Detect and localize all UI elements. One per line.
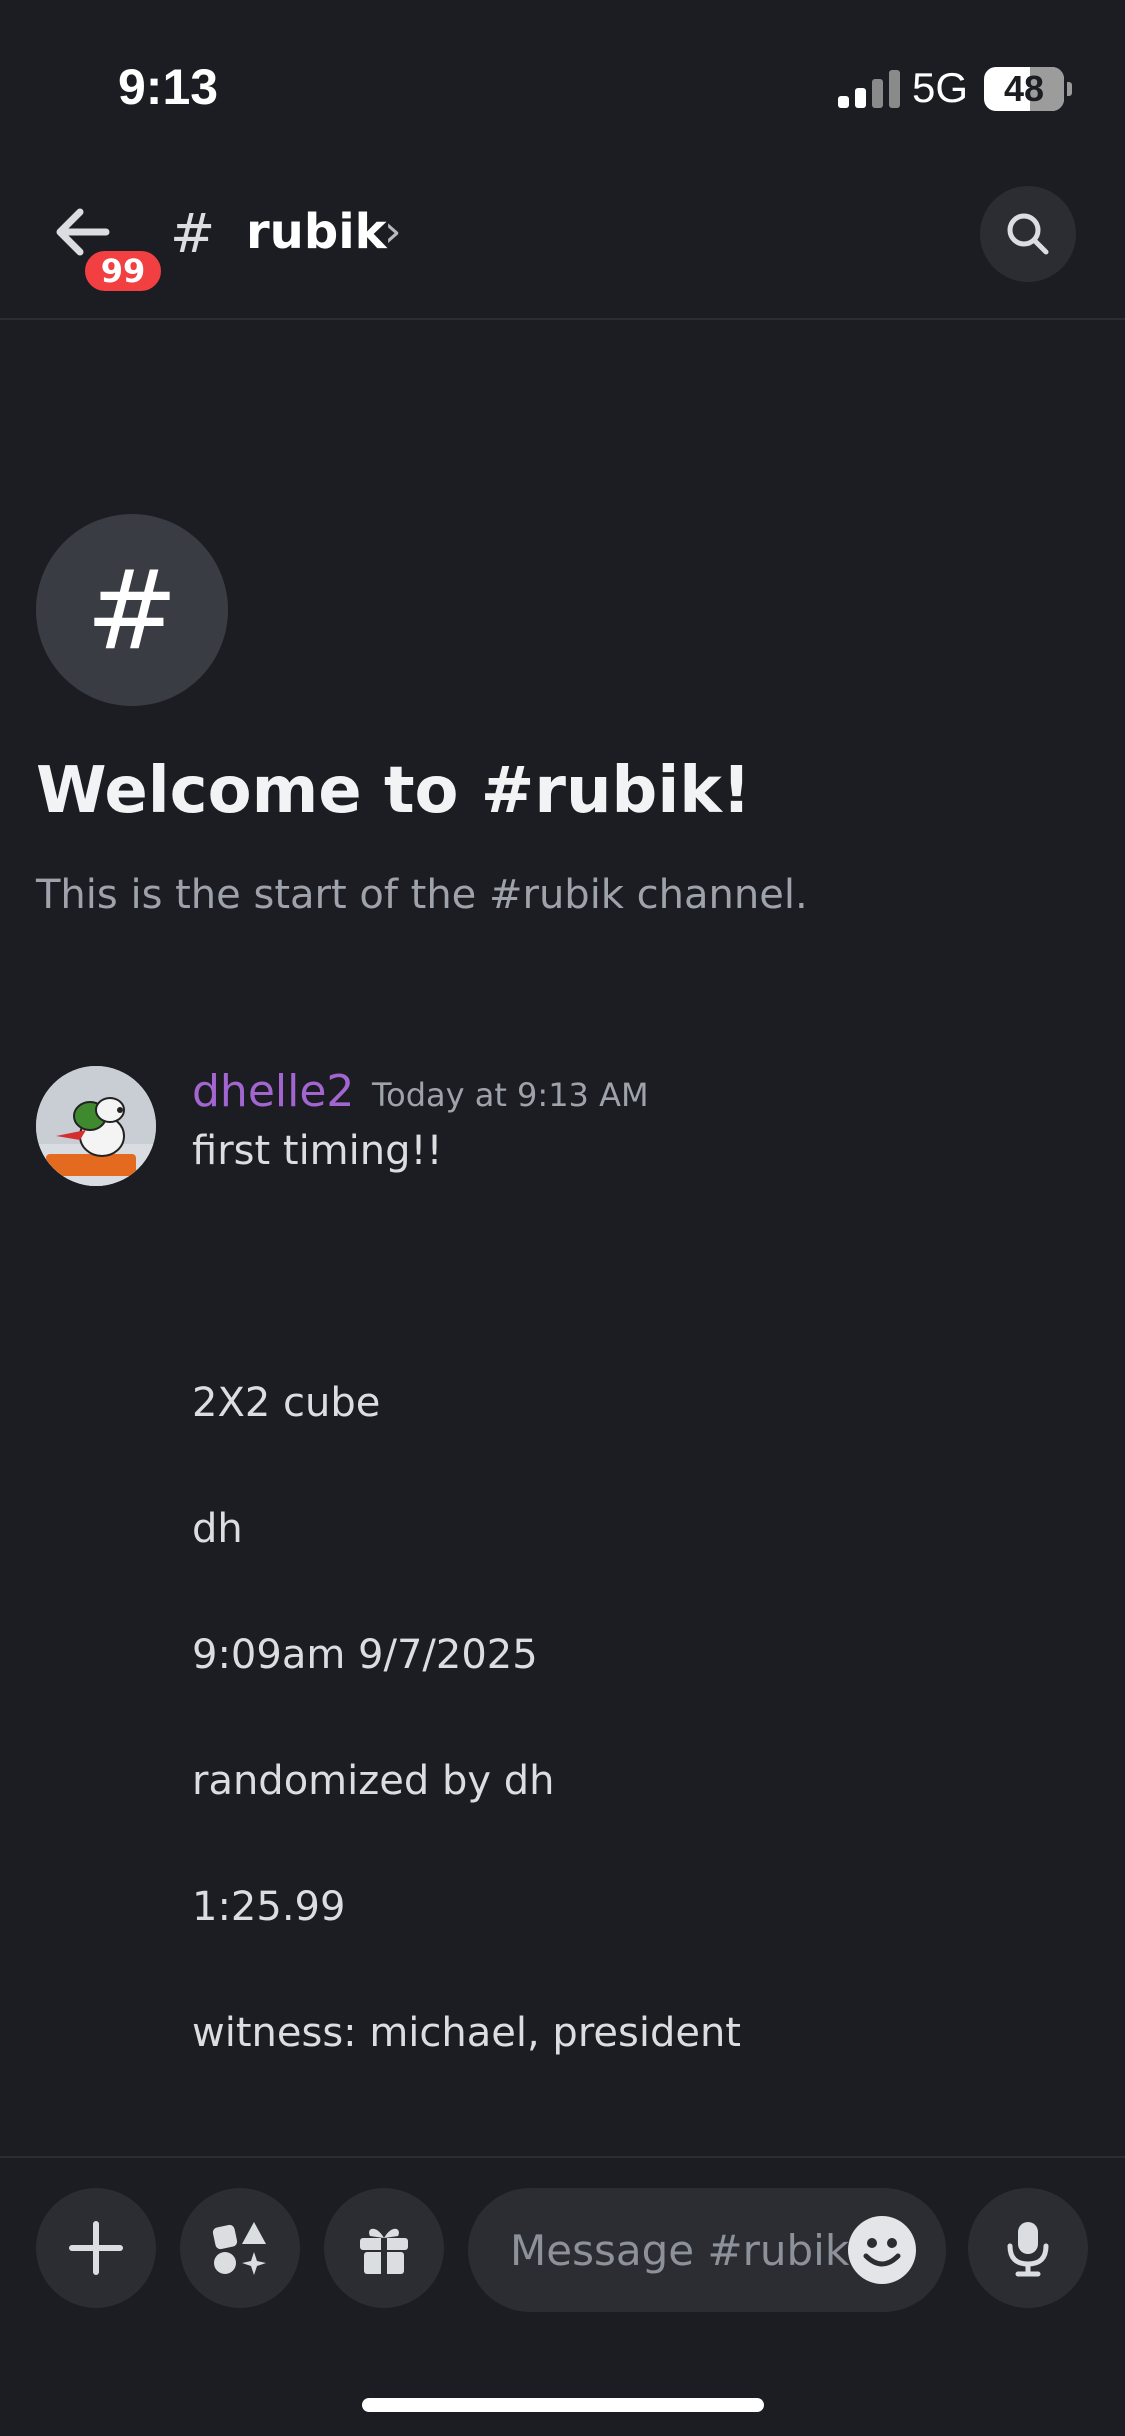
home-indicator[interactable] (362, 2398, 764, 2412)
message-username[interactable]: dhelle2 (192, 1066, 354, 1117)
network-type: 5G (912, 64, 969, 111)
battery-level: 48 (1003, 68, 1045, 109)
hash-icon: # (85, 546, 179, 674)
message-timestamp: Today at 9:13 AM (372, 1076, 649, 1114)
message-line: 9:09am 9/7/2025 (192, 1632, 538, 1678)
welcome-title: Welcome to #rubik! (36, 754, 752, 828)
message-line: dh (192, 1506, 243, 1552)
message-line: witness: michael, president (192, 2010, 741, 2056)
chevron-right-icon[interactable]: › (384, 206, 402, 257)
avatar[interactable] (36, 1066, 156, 1186)
apps-button[interactable] (180, 2188, 300, 2308)
channel-name[interactable]: rubik (246, 204, 387, 260)
message-input[interactable]: Message #rubik (468, 2188, 946, 2312)
message-line: 1:25.99 (192, 1884, 346, 1930)
message-line: first timing!! (192, 1128, 443, 1174)
channel-header: 99 # rubik › (0, 180, 1125, 320)
add-attachment-button[interactable] (36, 2188, 156, 2308)
channel-hash-icon[interactable]: # (170, 202, 215, 265)
message-line: 2X2 cube (192, 1380, 381, 1426)
welcome-subtitle: This is the start of the #rubik channel. (36, 872, 808, 918)
voice-message-button[interactable] (968, 2188, 1088, 2308)
emoji-button[interactable] (848, 2216, 916, 2284)
cellular-signal-icon (838, 70, 900, 108)
status-bar: 9:13 5G 48 (0, 0, 1125, 180)
status-time: 9:13 (118, 59, 219, 115)
message-input-placeholder: Message #rubik (510, 2226, 850, 2275)
gift-icon (360, 2228, 408, 2274)
composer-bar: Message #rubik (0, 2156, 1125, 2436)
unread-badge: 99 (80, 246, 166, 296)
battery-icon: 48 (984, 67, 1072, 111)
search-icon (1007, 213, 1049, 255)
emoji-icon (863, 2238, 901, 2267)
channel-welcome-icon: # (36, 514, 228, 706)
microphone-icon (1007, 2222, 1049, 2277)
search-button[interactable] (980, 186, 1076, 282)
message-line: randomized by dh (192, 1758, 555, 1804)
plus-icon (69, 2221, 123, 2275)
gift-button[interactable] (324, 2188, 444, 2308)
apps-icon (212, 2222, 266, 2275)
